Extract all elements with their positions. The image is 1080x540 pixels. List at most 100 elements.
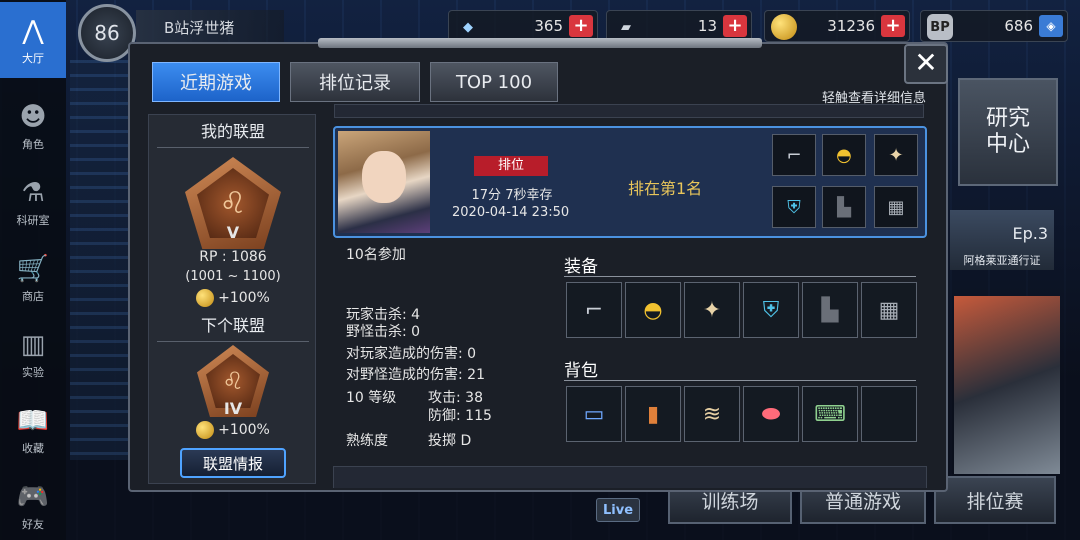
my-league-title: 我的联盟 bbox=[200, 122, 265, 141]
character-avatar bbox=[338, 131, 430, 233]
research-center-label: 研究 中心 bbox=[985, 106, 1030, 157]
match-datetime: 2020-04-14 23:50 bbox=[452, 205, 570, 220]
add-card-button[interactable]: + bbox=[723, 15, 747, 37]
nav-character[interactable]: ☻ 角色 bbox=[0, 88, 66, 164]
helmet-icon[interactable]: ◓ bbox=[822, 134, 866, 176]
nav-shop-label: 商店 bbox=[22, 290, 44, 303]
divider bbox=[564, 380, 916, 381]
monster-kills: 野怪击杀: 0 bbox=[346, 324, 421, 340]
backpack-title: 背包 bbox=[564, 361, 598, 381]
nav-friends-label: 好友 bbox=[22, 518, 44, 531]
nav-experiment[interactable]: ▥ 实验 bbox=[0, 316, 66, 392]
episode-caption: 阿格莱亚通行证 bbox=[963, 254, 1041, 267]
nav-collection[interactable]: 📖 收藏 bbox=[0, 392, 66, 468]
resource-gold-value: 31236 bbox=[827, 17, 875, 35]
resource-bp: BP 686 ◈ bbox=[920, 10, 1068, 42]
ranked-game-button[interactable]: 排位赛 bbox=[934, 476, 1056, 524]
proficiency-value: 投掷 D bbox=[428, 433, 472, 449]
bp-shop-button[interactable]: ◈ bbox=[1039, 15, 1063, 37]
gauntlet-icon[interactable]: ▦ bbox=[874, 186, 918, 228]
equipment-title: 装备 bbox=[564, 257, 598, 277]
proficiency-label: 熟练度 bbox=[346, 433, 388, 449]
battle-pass-banner[interactable]: Ep.3 阿格莱亚通行证 bbox=[950, 210, 1054, 270]
tab-top-100[interactable]: TOP 100 bbox=[430, 62, 558, 102]
nav-collection-label: 收藏 bbox=[22, 442, 44, 455]
defense-stat: 防御: 115 bbox=[428, 408, 492, 424]
next-bonus: +100% bbox=[149, 421, 317, 439]
current-bonus-value: +100% bbox=[218, 290, 270, 306]
gauntlet-icon[interactable]: ▦ bbox=[861, 282, 917, 338]
league-panel: 我的联盟 ♌ V RP : 1086 (1001 ~ 1100) +100% 下… bbox=[148, 114, 316, 484]
revolver-icon[interactable]: ⌐ bbox=[772, 134, 816, 176]
card-icon: ▰ bbox=[621, 19, 631, 35]
damage-to-players: 对玩家造成的伤害: 0 bbox=[346, 346, 477, 362]
resource-ticket-value: 365 bbox=[534, 17, 563, 35]
nav-experiment-label: 实验 bbox=[22, 366, 44, 379]
book-open-icon: 📖 bbox=[16, 406, 50, 436]
resource-bp-value: 686 bbox=[1004, 17, 1033, 35]
left-nav: ⋀ 大厅 ☻ 角色 ⚗ 科研室 🛒 商店 ▥ 实验 📖 收藏 🎮 好友 bbox=[0, 0, 66, 540]
next-league-title: 下个联盟 bbox=[200, 316, 265, 335]
armor-icon[interactable]: ⛨ bbox=[743, 282, 799, 338]
next-match-card[interactable] bbox=[333, 466, 927, 488]
rp-value: RP : 1086 bbox=[199, 249, 267, 265]
books-icon: ▥ bbox=[20, 330, 46, 360]
survive-time: 17分 7秒幸存 bbox=[471, 188, 553, 203]
league-info-button[interactable]: 联盟情报 bbox=[180, 448, 286, 478]
gold-coin-icon bbox=[771, 14, 797, 40]
previous-match-card[interactable] bbox=[334, 104, 924, 118]
amulet-icon[interactable]: ✦ bbox=[684, 282, 740, 338]
live-button[interactable]: Live bbox=[596, 498, 640, 522]
character-portrait-bg bbox=[954, 296, 1060, 474]
resource-gold: 31236 + bbox=[764, 10, 910, 42]
participants: 10名参加 bbox=[346, 247, 406, 263]
laptop-icon[interactable]: ⌨ bbox=[802, 386, 858, 442]
research-center-tile[interactable]: 研究 中心 bbox=[958, 78, 1058, 186]
tab-recent-games[interactable]: 近期游戏 bbox=[152, 62, 280, 102]
nav-lobby[interactable]: ⋀ 大厅 bbox=[0, 2, 66, 78]
username[interactable]: B站浮世猪 bbox=[136, 10, 284, 44]
a-logo-icon: ⋀ bbox=[22, 16, 44, 46]
pills-icon[interactable]: ⬬ bbox=[743, 386, 799, 442]
helmet-icon[interactable]: ◓ bbox=[625, 282, 681, 338]
placement: 排在第1名 bbox=[628, 179, 703, 198]
divider bbox=[157, 147, 309, 148]
next-tier: IV bbox=[223, 399, 243, 418]
add-ticket-button[interactable]: + bbox=[569, 15, 593, 37]
nav-shop[interactable]: 🛒 商店 bbox=[0, 240, 66, 316]
add-gold-button[interactable]: + bbox=[881, 15, 905, 37]
gamepad-icon: 🎮 bbox=[16, 482, 50, 512]
scroll-icon[interactable]: ≋ bbox=[684, 386, 740, 442]
revolver-icon[interactable]: ⌐ bbox=[566, 282, 622, 338]
nav-friends[interactable]: 🎮 好友 bbox=[0, 468, 66, 540]
cart-icon: 🛒 bbox=[16, 254, 50, 284]
modal-handle[interactable] bbox=[318, 38, 762, 48]
battery-icon[interactable]: ▭ bbox=[566, 386, 622, 442]
empty-slot[interactable] bbox=[861, 386, 917, 442]
lighter-icon[interactable]: ▮ bbox=[625, 386, 681, 442]
ticket-icon: ◆ bbox=[463, 19, 473, 35]
gold-coin-icon bbox=[196, 421, 215, 439]
character-level: 10 等级 bbox=[346, 390, 397, 406]
damage-to-monsters: 对野怪造成的伤害: 21 bbox=[346, 367, 485, 383]
current-bonus: +100% bbox=[149, 289, 317, 307]
boots-icon[interactable]: ▙ bbox=[822, 186, 866, 228]
armor-icon[interactable]: ⛨ bbox=[772, 186, 816, 228]
next-bonus-value: +100% bbox=[218, 422, 270, 438]
bp-icon: BP bbox=[927, 14, 953, 40]
amulet-icon[interactable]: ✦ bbox=[874, 134, 918, 176]
close-button[interactable]: ✕ bbox=[904, 44, 948, 84]
nav-lobby-label: 大厅 bbox=[22, 52, 44, 65]
nav-research-label: 科研室 bbox=[16, 214, 50, 227]
divider bbox=[564, 276, 916, 277]
tab-rank-records[interactable]: 排位记录 bbox=[290, 62, 420, 102]
resource-card-value: 13 bbox=[697, 17, 717, 35]
character-icon: ☻ bbox=[19, 102, 47, 132]
mode-badge: 排位 bbox=[474, 156, 548, 176]
avatar-face bbox=[362, 151, 406, 203]
rp-range: (1001 ~ 1100) bbox=[185, 269, 281, 284]
gold-coin-icon bbox=[196, 289, 215, 307]
flask-icon: ⚗ bbox=[21, 178, 45, 208]
boots-icon[interactable]: ▙ bbox=[802, 282, 858, 338]
nav-research[interactable]: ⚗ 科研室 bbox=[0, 164, 66, 240]
